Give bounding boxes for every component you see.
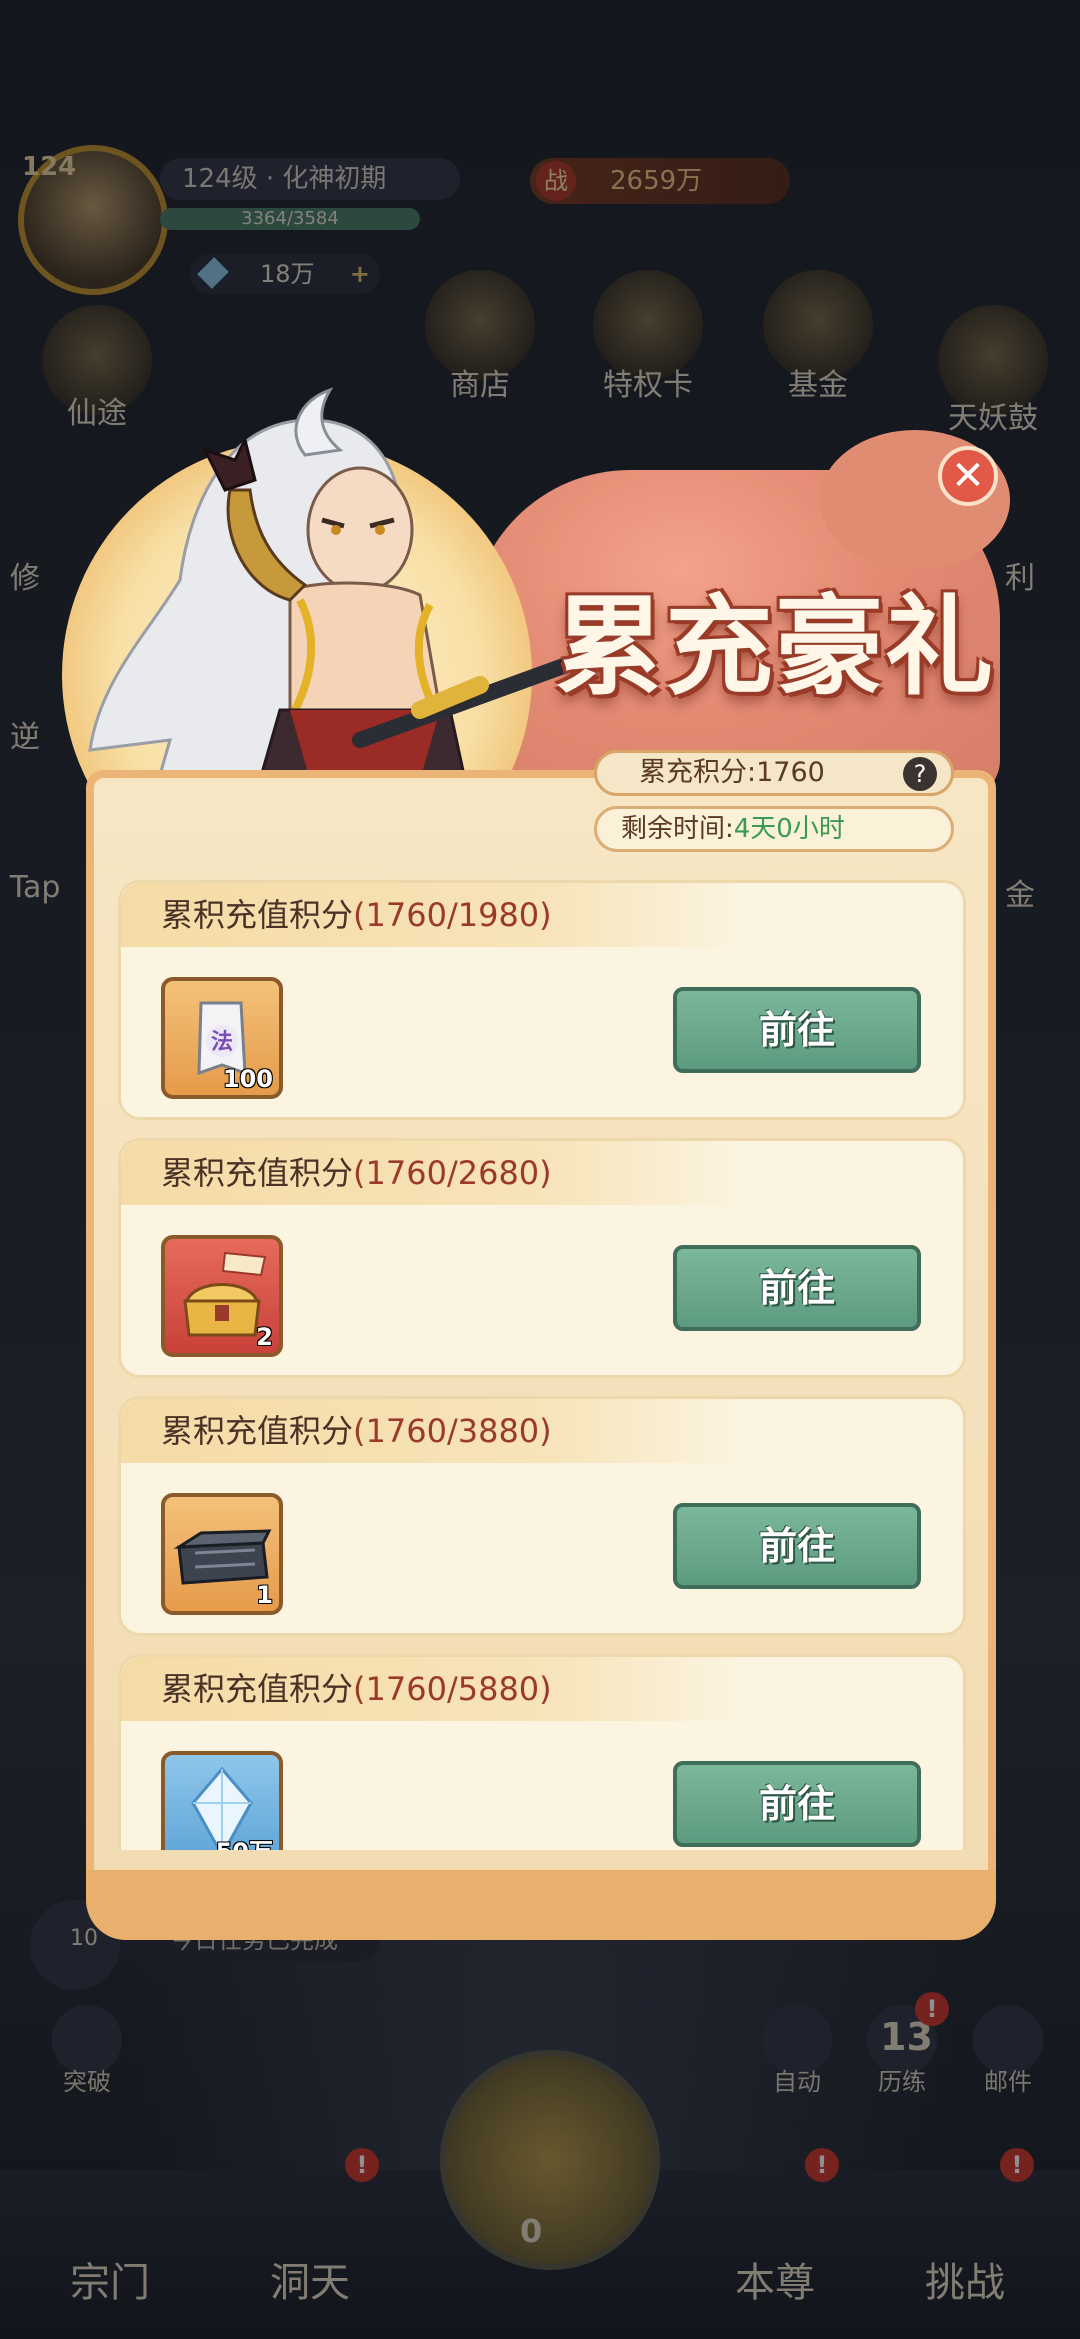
close-button[interactable]: ✕ xyxy=(938,446,998,506)
tier-progress: (1760/3880) xyxy=(353,1412,552,1450)
popup-title: 累充豪礼 xyxy=(555,584,996,710)
item-count: 50万 xyxy=(216,1832,273,1850)
svg-text:法: 法 xyxy=(211,1030,233,1055)
tier-header: 累积充值积分(1760/1980) xyxy=(121,883,741,947)
recharge-points: 累充积分:1760 ? xyxy=(594,750,954,796)
tier-progress: (1760/5880) xyxy=(353,1670,552,1708)
go-button[interactable]: 前往 xyxy=(673,1245,921,1331)
remaining-time: 剩余时间:4天0小时 xyxy=(594,806,954,852)
item-count: 100 xyxy=(222,1065,273,1093)
law-talisman-icon[interactable]: 法 100 xyxy=(161,977,283,1099)
go-button[interactable]: 前往 xyxy=(673,987,921,1073)
tier-label: 累积充值积分 xyxy=(161,1670,354,1708)
tier-label: 累积充值积分 xyxy=(161,896,354,934)
tier-progress: (1760/1980) xyxy=(353,896,552,934)
tier-header: 累积充值积分(1760/5880) xyxy=(121,1657,741,1721)
tier-header: 累积充值积分(1760/3880) xyxy=(121,1399,741,1463)
tier-progress: (1760/2680) xyxy=(353,1154,552,1192)
go-button[interactable]: 前往 xyxy=(673,1761,921,1847)
reward-tier-card: 累积充值积分(1760/5880) 50万 前往 xyxy=(118,1654,966,1850)
iron-chest-icon[interactable]: 1 xyxy=(161,1493,283,1615)
tier-header: 累积充值积分(1760/2680) xyxy=(121,1141,741,1205)
tier-label: 累积充值积分 xyxy=(161,1412,354,1450)
reward-tier-list[interactable]: 累积充值积分(1760/1980) 法 100 前往 累积充值积分(1760/2… xyxy=(118,880,966,1850)
crystal-icon[interactable]: 50万 xyxy=(161,1751,283,1850)
item-count: 2 xyxy=(256,1323,273,1351)
go-button[interactable]: 前往 xyxy=(673,1503,921,1589)
reward-tier-card: 累积充值积分(1760/3880) 1 前往 xyxy=(118,1396,966,1636)
reward-tier-card: 累积充值积分(1760/1980) 法 100 前往 xyxy=(118,880,966,1120)
time-value: 4天0小时 xyxy=(733,814,845,844)
help-icon[interactable]: ? xyxy=(903,757,937,791)
time-label: 剩余时间: xyxy=(621,814,734,844)
item-count: 1 xyxy=(256,1581,273,1609)
reward-tier-card: 累积充值积分(1760/2680) 2 前往 xyxy=(118,1138,966,1378)
points-label: 累充积分:1760 xyxy=(639,757,825,788)
tier-label: 累积充值积分 xyxy=(161,1154,354,1192)
selectable-chest-icon[interactable]: 2 xyxy=(161,1235,283,1357)
panel-bottom-trim xyxy=(86,1870,996,1940)
